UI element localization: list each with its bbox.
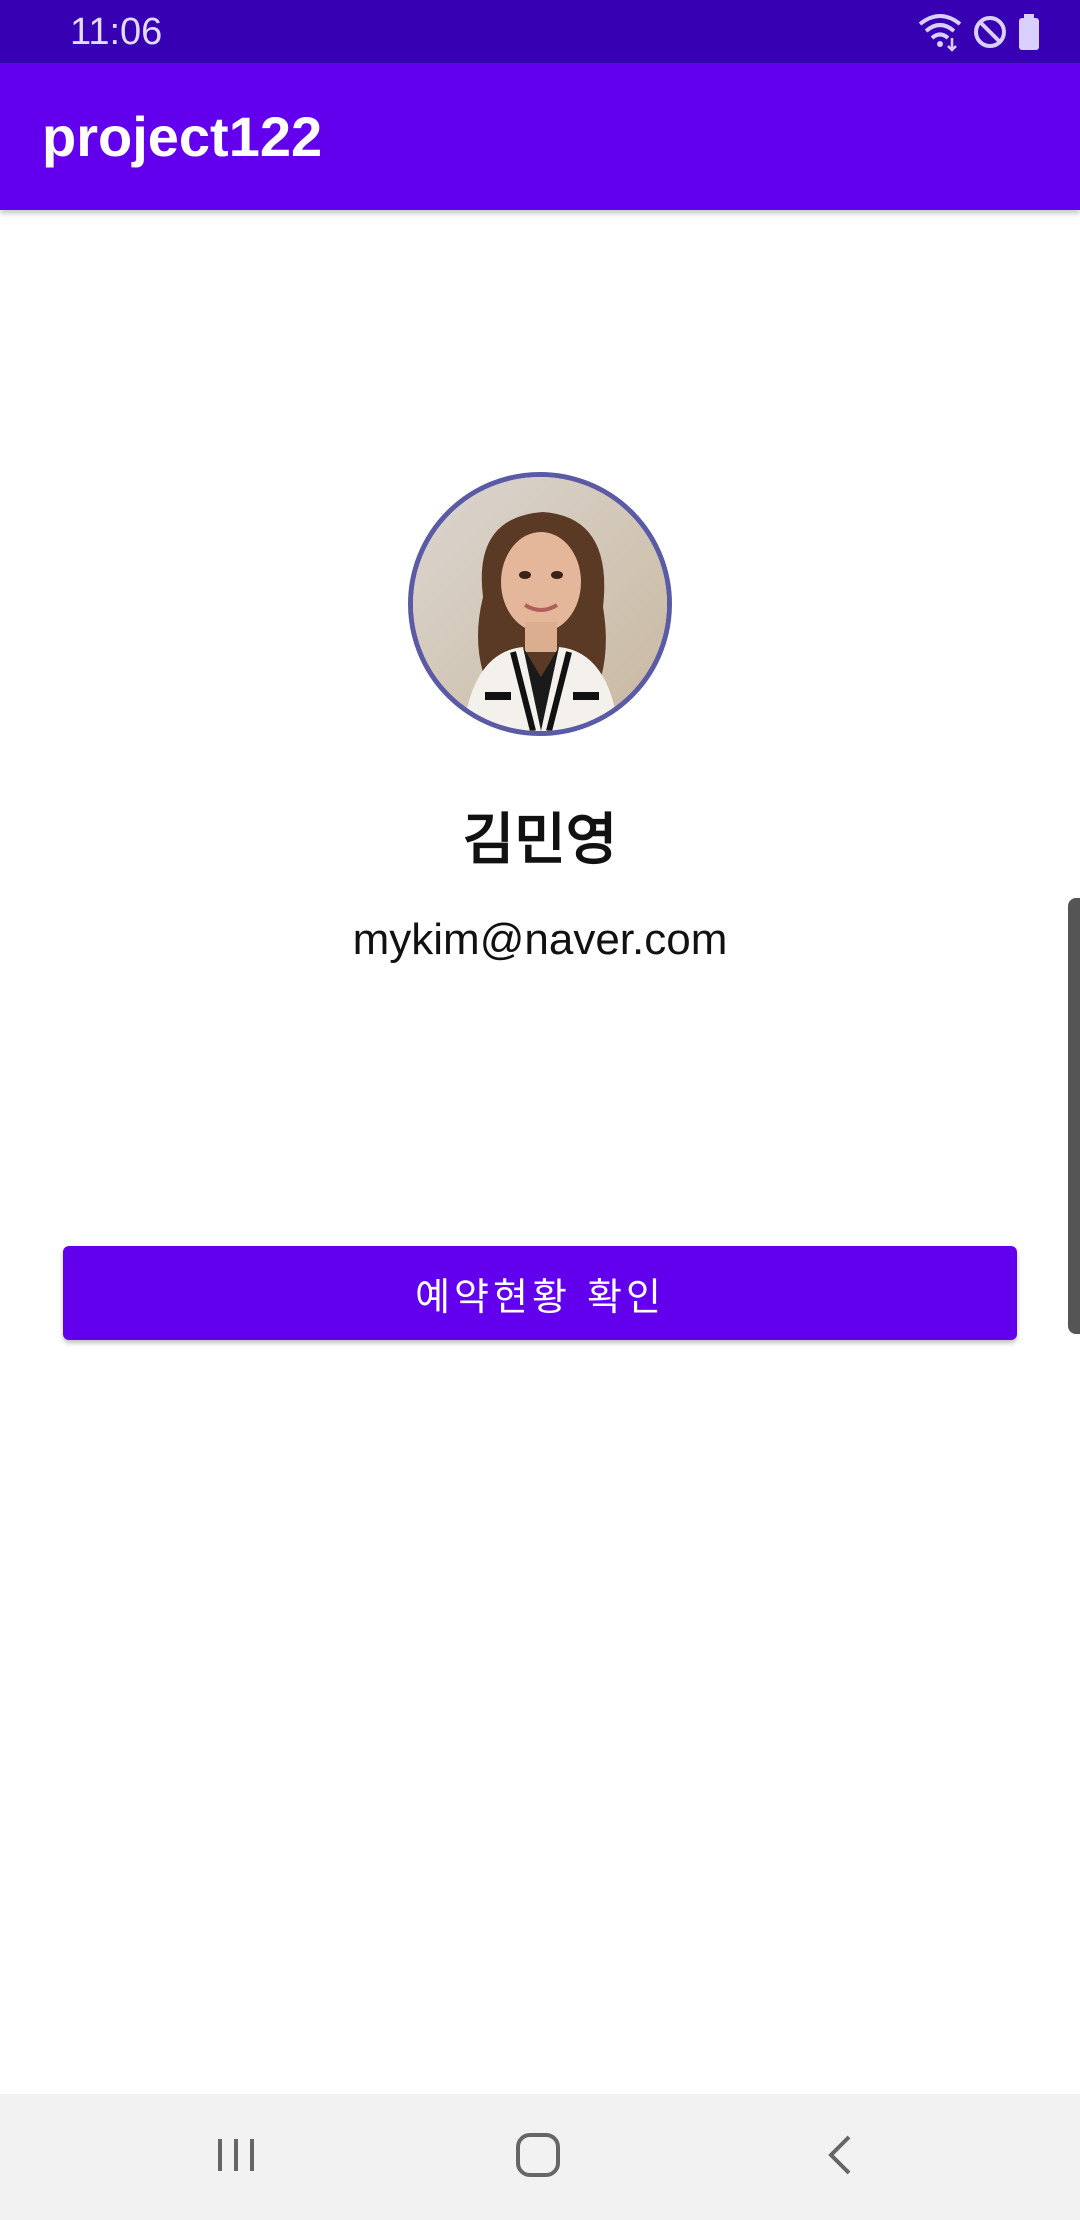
home-icon bbox=[515, 2132, 561, 2183]
profile-name: 김민영 bbox=[462, 808, 618, 873]
profile-avatar bbox=[408, 472, 672, 736]
profile-photo-image bbox=[413, 477, 667, 731]
do-not-disturb-icon bbox=[972, 14, 1008, 50]
status-icons bbox=[918, 10, 1040, 54]
edge-panel-handle[interactable] bbox=[1068, 898, 1080, 1334]
wifi-icon bbox=[918, 12, 962, 52]
battery-icon bbox=[1018, 14, 1040, 50]
reservation-status-button[interactable]: 예약현황 확인 bbox=[63, 1246, 1017, 1340]
back-icon bbox=[825, 2133, 855, 2182]
profile-screen: 11:06 project122 김민영 mykim@naver.com 예약현… bbox=[0, 0, 1080, 2220]
status-bar: 11:06 bbox=[0, 0, 1080, 63]
home-button[interactable] bbox=[498, 2122, 578, 2192]
recents-button[interactable] bbox=[196, 2122, 276, 2192]
back-button[interactable] bbox=[800, 2122, 880, 2192]
status-time: 11:06 bbox=[70, 11, 163, 53]
app-title: project122 bbox=[42, 105, 323, 168]
app-bar: project122 bbox=[0, 63, 1080, 210]
navigation-bar bbox=[0, 2094, 1080, 2220]
profile-email: mykim@naver.com bbox=[352, 915, 728, 964]
recents-icon bbox=[214, 2135, 258, 2180]
